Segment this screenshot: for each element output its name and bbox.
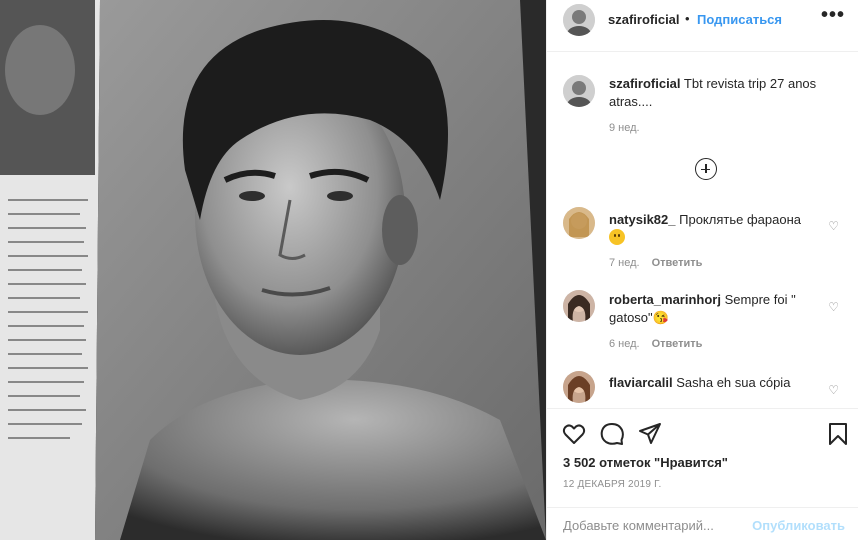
commenter-avatar[interactable] xyxy=(563,290,595,322)
caption-meta: 9 нед. xyxy=(609,122,640,134)
comment-icon[interactable] xyxy=(599,421,625,447)
caption-username[interactable]: szafiroficial xyxy=(609,76,681,91)
post-sidebar: szafiroficial • Подписаться ••• szafirof… xyxy=(546,0,858,540)
add-comment-bar: Добавьте комментарий... Опубликовать xyxy=(547,507,858,540)
grinning-emoji-icon xyxy=(609,229,625,245)
magazine-photo-image xyxy=(0,0,546,540)
comment-body: Sasha eh sua cópia xyxy=(676,375,791,390)
reply-button[interactable]: Ответить xyxy=(652,257,703,269)
small-heart-icon[interactable]: ♡ xyxy=(828,383,839,397)
comment-text: flaviarcalil Sasha eh sua cópia xyxy=(609,374,819,392)
likes-count[interactable]: 3 502 отметок "Нравится" xyxy=(563,455,728,470)
comment-meta: 7 нед. Ответить xyxy=(609,257,702,269)
more-options-icon[interactable]: ••• xyxy=(821,4,845,27)
comment-input[interactable]: Добавьте комментарий... xyxy=(563,518,714,533)
caption-time[interactable]: 9 нед. xyxy=(609,122,640,134)
commenter-avatar[interactable] xyxy=(563,371,595,403)
post-date[interactable]: 12 ДЕКАБРЯ 2019 Г. xyxy=(563,479,661,490)
heart-icon[interactable] xyxy=(561,421,587,447)
author-username[interactable]: szafiroficial xyxy=(608,12,680,27)
comment-time[interactable]: 7 нед. xyxy=(609,257,640,269)
comment-text: roberta_marinhorj Sempre foi " gatoso"😘 xyxy=(609,291,819,327)
reply-button[interactable]: Ответить xyxy=(652,338,703,350)
follow-button[interactable]: Подписаться xyxy=(697,12,782,27)
bookmark-icon[interactable] xyxy=(825,421,851,447)
comments-list[interactable]: szafiroficial Tbt revista trip 27 anos a… xyxy=(547,53,858,408)
publish-button[interactable]: Опубликовать xyxy=(752,518,845,533)
comment-text: natysik82_ Проклятье фараона xyxy=(609,211,819,247)
small-heart-icon[interactable]: ♡ xyxy=(828,219,839,233)
post-header: szafiroficial • Подписаться ••• xyxy=(547,0,858,52)
commenter-avatar[interactable] xyxy=(563,207,595,239)
separator-dot: • xyxy=(685,11,690,26)
caption-avatar[interactable] xyxy=(563,75,595,107)
comment-meta: 6 нед. Ответить xyxy=(609,338,702,350)
share-icon[interactable] xyxy=(637,421,663,447)
commenter-username[interactable]: natysik82_ xyxy=(609,212,676,227)
comment-body: Проклятье фараона xyxy=(679,212,801,227)
plus-circle-icon[interactable] xyxy=(695,158,717,180)
commenter-username[interactable]: roberta_marinhorj xyxy=(609,292,721,307)
post-photo[interactable] xyxy=(0,0,546,540)
post-actions: 3 502 отметок "Нравится" 12 ДЕКАБРЯ 2019… xyxy=(547,408,858,540)
comment-time[interactable]: 6 нед. xyxy=(609,338,640,350)
small-heart-icon[interactable]: ♡ xyxy=(828,300,839,314)
commenter-username[interactable]: flaviarcalil xyxy=(609,375,673,390)
caption-text: szafiroficial Tbt revista trip 27 anos a… xyxy=(609,75,819,111)
author-avatar[interactable] xyxy=(563,4,595,36)
